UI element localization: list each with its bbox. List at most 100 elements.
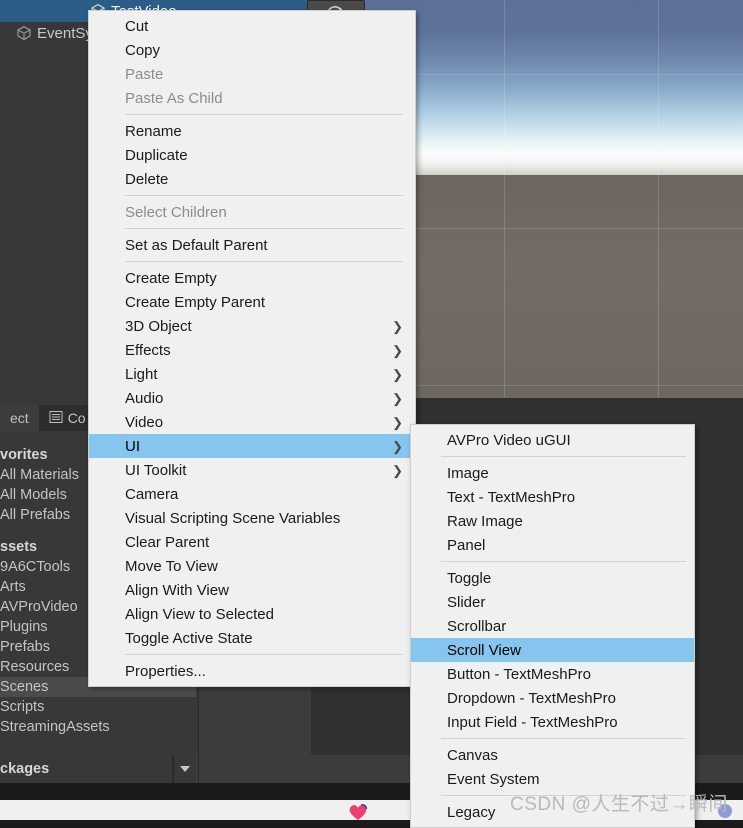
tree-item-label: Prefabs: [0, 639, 50, 655]
menu-item-label: Toggle Active State: [125, 629, 253, 647]
submenu-item-legacy[interactable]: Legacy: [411, 800, 694, 824]
menu-item-label: Copy: [125, 41, 161, 59]
menu-item-label: Scroll View: [447, 641, 521, 659]
menu-item-label: Slider: [447, 593, 486, 611]
tab-label: Co: [67, 410, 86, 426]
tree-item-label: All Prefabs: [0, 507, 71, 523]
tree-item-label: ssets: [0, 539, 38, 555]
menu-item-effects[interactable]: Effects ❯: [89, 338, 415, 362]
menu-item-properties[interactable]: Properties...: [89, 659, 415, 683]
tab-project[interactable]: ect: [0, 405, 39, 431]
menu-item-set-as-default-parent[interactable]: Set as Default Parent: [89, 233, 415, 257]
menu-item-label: Video: [125, 413, 164, 431]
menu-item-toggle-active-state[interactable]: Toggle Active State: [89, 626, 415, 650]
tree-item-label: StreamingAssets: [0, 719, 110, 735]
menu-item-3d-object[interactable]: 3D Object ❯: [89, 314, 415, 338]
menu-item-label: Select Children: [125, 203, 227, 221]
menu-item-visual-scripting-scene-variables[interactable]: Visual Scripting Scene Variables: [89, 506, 415, 530]
menu-item-copy[interactable]: Copy: [89, 38, 415, 62]
menu-item-video[interactable]: Video ❯: [89, 410, 415, 434]
menu-item-ui-toolkit[interactable]: UI Toolkit ❯: [89, 458, 415, 482]
menu-item-audio[interactable]: Audio ❯: [89, 386, 415, 410]
submenu-item-toggle[interactable]: Toggle: [411, 566, 694, 590]
tree-item-label: 9A6CTools: [0, 559, 71, 575]
menu-item-label: Scrollbar: [447, 617, 507, 635]
menu-item-label: Dropdown - TextMeshPro: [447, 689, 616, 707]
menu-item-label: Input Field - TextMeshPro: [447, 713, 618, 731]
menu-item-label: Delete: [125, 170, 169, 188]
menu-item-label: Align With View: [125, 581, 229, 599]
heart-icon: [347, 802, 369, 820]
submenu-item-raw-image[interactable]: Raw Image: [411, 509, 694, 533]
menu-item-label: Paste: [125, 65, 164, 83]
menu-item-move-to-view[interactable]: Move To View: [89, 554, 415, 578]
tree-item-scripts[interactable]: Scripts: [0, 697, 196, 717]
menu-item-label: Audio: [125, 389, 164, 407]
menu-item-label: Move To View: [125, 557, 218, 575]
tree-item-label: AVProVideo: [0, 599, 78, 615]
menu-item-label: Light: [125, 365, 158, 383]
menu-item-align-with-view[interactable]: Align With View: [89, 578, 415, 602]
menu-item-label: Create Empty: [125, 269, 217, 287]
tree-item-label: Scenes: [0, 679, 49, 695]
menu-item-create-empty[interactable]: Create Empty: [89, 266, 415, 290]
menu-separator: [125, 114, 403, 115]
menu-item-cut[interactable]: Cut: [89, 14, 415, 38]
menu-item-light[interactable]: Light ❯: [89, 362, 415, 386]
submenu-item-text-textmeshpro[interactable]: Text - TextMeshPro: [411, 485, 694, 509]
menu-item-label: UI: [125, 437, 140, 455]
menu-separator: [125, 195, 403, 196]
submenu-item-canvas[interactable]: Canvas: [411, 743, 694, 767]
menu-item-label: Align View to Selected: [125, 605, 274, 623]
menu-item-label: Toggle: [447, 569, 492, 587]
menu-separator: [125, 261, 403, 262]
chevron-right-icon: ❯: [392, 462, 403, 478]
tree-item-label: ckages: [0, 761, 50, 777]
submenu-item-avpro-video-ugui[interactable]: AVPro Video uGUI: [411, 428, 694, 452]
chevron-right-icon: ❯: [392, 342, 403, 358]
ui-submenu: AVPro Video uGUI Image Text - TextMeshPr…: [410, 424, 695, 828]
menu-item-label: Canvas: [447, 746, 498, 764]
submenu-item-scroll-view[interactable]: Scroll View: [411, 638, 694, 662]
submenu-item-input-field-textmeshpro[interactable]: Input Field - TextMeshPro: [411, 710, 694, 734]
submenu-item-panel[interactable]: Panel: [411, 533, 694, 557]
tree-item-label: Scripts: [0, 699, 45, 715]
menu-item-select-children: Select Children: [89, 200, 415, 224]
taskbar-app-icon[interactable]: [718, 804, 732, 818]
submenu-item-scrollbar[interactable]: Scrollbar: [411, 614, 694, 638]
submenu-item-event-system[interactable]: Event System: [411, 767, 694, 791]
menu-separator: [441, 795, 686, 796]
menu-separator: [441, 456, 686, 457]
menu-separator: [441, 738, 686, 739]
menu-item-label: Button - TextMeshPro: [447, 665, 591, 683]
submenu-item-image[interactable]: Image: [411, 461, 694, 485]
submenu-item-dropdown-textmeshpro[interactable]: Dropdown - TextMeshPro: [411, 686, 694, 710]
tree-item-packages[interactable]: ckages: [0, 761, 172, 777]
menu-item-delete[interactable]: Delete: [89, 167, 415, 191]
menu-item-paste: Paste: [89, 62, 415, 86]
menu-separator: [125, 228, 403, 229]
menu-item-label: Image: [447, 464, 489, 482]
menu-item-ui[interactable]: UI ❯: [89, 434, 415, 458]
menu-item-create-empty-parent[interactable]: Create Empty Parent: [89, 290, 415, 314]
menu-item-camera[interactable]: Camera: [89, 482, 415, 506]
submenu-item-slider[interactable]: Slider: [411, 590, 694, 614]
menu-item-label: Legacy: [447, 803, 496, 821]
tree-item-label: All Materials: [0, 467, 79, 483]
menu-item-rename[interactable]: Rename: [89, 119, 415, 143]
tree-item-streamingassets[interactable]: StreamingAssets: [0, 717, 196, 737]
menu-item-label: UI Toolkit: [125, 461, 187, 479]
chevron-right-icon: ❯: [392, 318, 403, 334]
menu-item-label: Visual Scripting Scene Variables: [125, 509, 341, 527]
tree-item-label: All Models: [0, 487, 67, 503]
menu-item-align-view-to-selected[interactable]: Align View to Selected: [89, 602, 415, 626]
scroll-down-icon[interactable]: [172, 755, 196, 783]
menu-item-label: Rename: [125, 122, 182, 140]
chevron-right-icon: ❯: [392, 366, 403, 382]
menu-item-duplicate[interactable]: Duplicate: [89, 143, 415, 167]
menu-item-label: 3D Object: [125, 317, 192, 335]
menu-item-label: Cut: [125, 17, 149, 35]
menu-item-clear-parent[interactable]: Clear Parent: [89, 530, 415, 554]
submenu-item-button-textmeshpro[interactable]: Button - TextMeshPro: [411, 662, 694, 686]
menu-item-label: AVPro Video uGUI: [447, 431, 571, 449]
